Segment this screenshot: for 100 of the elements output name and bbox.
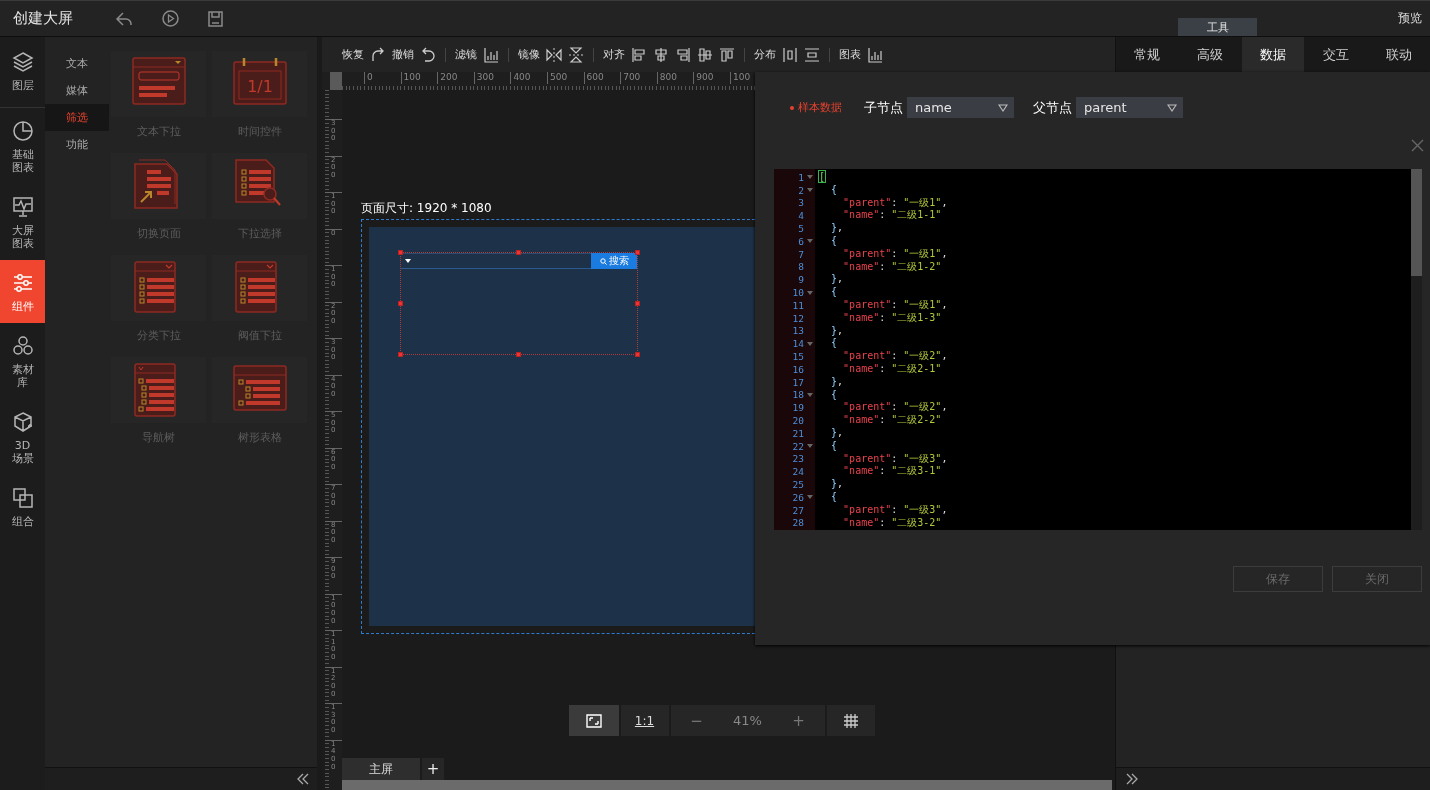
bar-chart-icon[interactable]	[483, 46, 499, 63]
nav-item[interactable]: 素材 库	[0, 323, 45, 399]
line-number: 12	[792, 312, 804, 324]
fit-button[interactable]	[568, 705, 619, 736]
resize-handle[interactable]	[635, 301, 640, 306]
code-line: "parent": "一级3",	[842, 452, 949, 466]
toolbar-button[interactable]: 恢复	[342, 47, 364, 62]
fold-icon[interactable]	[806, 444, 813, 449]
align-center-icon[interactable]	[653, 46, 669, 63]
fold-icon[interactable]	[806, 495, 813, 500]
category-item[interactable]: 文本	[45, 50, 109, 77]
sliders-icon	[11, 272, 34, 294]
ruler-label: 700	[620, 72, 657, 84]
nav-item[interactable]: 3D 场景	[0, 399, 45, 475]
code-line: "parent": "一级1",	[842, 196, 949, 210]
resize-handle[interactable]	[398, 352, 403, 357]
code-line: "name": "二级1-1"	[842, 209, 943, 223]
play-icon[interactable]	[162, 10, 179, 27]
align-right-icon[interactable]	[675, 46, 691, 63]
category-item[interactable]: 媒体	[45, 77, 109, 104]
code-line: },	[830, 222, 845, 235]
distribute-vertical-icon[interactable]	[804, 46, 820, 63]
nav-item[interactable]: 组合	[0, 475, 45, 538]
toolbar-button[interactable]: 镜像	[518, 47, 540, 62]
search-button[interactable]: 搜索	[591, 253, 637, 269]
code-line: "parent": "一级2",	[842, 401, 949, 415]
code-line: "parent": "一级2",	[842, 350, 949, 363]
line-number: 22	[792, 440, 804, 452]
back-arrow-icon[interactable]	[115, 10, 133, 27]
actual-size-button[interactable]: 1:1	[620, 705, 669, 736]
toolbar-button[interactable]: 对齐	[603, 47, 625, 62]
line-number: 15	[792, 351, 804, 363]
tools-tab[interactable]: 工具	[1178, 18, 1257, 36]
scrollbar-thumb[interactable]	[1411, 169, 1422, 276]
nav-item[interactable]: 组件	[0, 260, 45, 323]
code-line: },	[830, 478, 845, 491]
line-number: 3	[798, 197, 804, 209]
resize-handle[interactable]	[398, 301, 403, 306]
resize-handle[interactable]	[635, 352, 640, 357]
line-number: 8	[798, 261, 804, 273]
flip-horizontal-icon[interactable]	[546, 46, 562, 63]
fold-icon[interactable]	[806, 239, 813, 244]
category-item[interactable]: 功能	[45, 131, 109, 158]
double-chevron-left-icon[interactable]	[297, 773, 309, 785]
nav-item[interactable]: 大屏 图表	[0, 184, 45, 260]
fold-icon[interactable]	[806, 341, 813, 346]
fold-icon[interactable]	[806, 290, 813, 295]
select-field[interactable]: name	[907, 97, 1014, 118]
align-middle-icon[interactable]	[697, 46, 713, 63]
line-number: 21	[792, 427, 804, 439]
code-line: {	[830, 388, 839, 402]
save-icon[interactable]	[208, 10, 223, 27]
resize-handle[interactable]	[398, 250, 403, 255]
screen-tab[interactable]: 主屏	[342, 758, 420, 780]
code-line: },	[830, 324, 845, 338]
toolbar-button[interactable]: 分布	[754, 47, 776, 62]
undo-icon[interactable]	[420, 46, 436, 63]
horizontal-scrollbar[interactable]	[342, 780, 1112, 790]
dropdown-field[interactable]	[401, 253, 591, 269]
code-line: "parent": "一级1",	[842, 298, 949, 312]
line-number: 25	[792, 479, 804, 490]
resize-handle[interactable]	[516, 250, 521, 255]
flip-vertical-icon[interactable]	[568, 46, 584, 63]
category-item[interactable]: 筛选	[45, 104, 109, 131]
line-number: 6	[798, 235, 804, 247]
resize-handle[interactable]	[635, 250, 640, 255]
ruler-label: 0	[364, 72, 401, 84]
toolbar-button[interactable]: 滤镜	[455, 47, 477, 62]
add-screen-button[interactable]: +	[422, 758, 444, 780]
select-field[interactable]: parent	[1076, 97, 1183, 118]
toolbar-button[interactable]: 撤销	[392, 47, 414, 62]
grid-button[interactable]	[826, 705, 875, 736]
dropdown-triangle-icon	[998, 103, 1008, 112]
distribute-horizontal-icon[interactable]	[782, 46, 798, 63]
redo-icon[interactable]	[370, 46, 386, 63]
preview-link[interactable]: 预览	[1398, 10, 1422, 27]
panel-tab[interactable]: 数据	[1241, 37, 1305, 72]
code-line: "parent": "一级3",	[842, 503, 949, 517]
align-left-icon[interactable]	[631, 46, 647, 63]
code-line: {	[830, 286, 839, 299]
code-line: {	[830, 439, 839, 453]
ruler-label: 100	[400, 72, 438, 84]
fold-icon[interactable]	[806, 392, 813, 397]
ruler-label: 500	[546, 72, 584, 84]
code-line: "name": "二级3-2"	[842, 516, 943, 530]
code-line: {	[830, 337, 839, 351]
field-label: 子节点	[864, 98, 903, 117]
fold-icon[interactable]	[806, 188, 813, 193]
app-title: 创建大屏	[13, 9, 73, 28]
code-line: "name": "二级2-1"	[842, 362, 943, 376]
align-top-icon[interactable]	[719, 46, 735, 63]
close-icon[interactable]	[1411, 139, 1424, 152]
toolbar-button[interactable]: 图表	[839, 47, 861, 62]
bar-chart-icon[interactable]	[867, 46, 883, 63]
resize-handle[interactable]	[516, 352, 521, 357]
code-line: "parent": "一级1",	[842, 247, 949, 261]
double-chevron-right-icon[interactable]	[1126, 773, 1138, 785]
nav-item[interactable]: 基础 图表	[0, 108, 45, 184]
line-number: 23	[792, 453, 804, 465]
fold-icon[interactable]	[806, 175, 813, 180]
